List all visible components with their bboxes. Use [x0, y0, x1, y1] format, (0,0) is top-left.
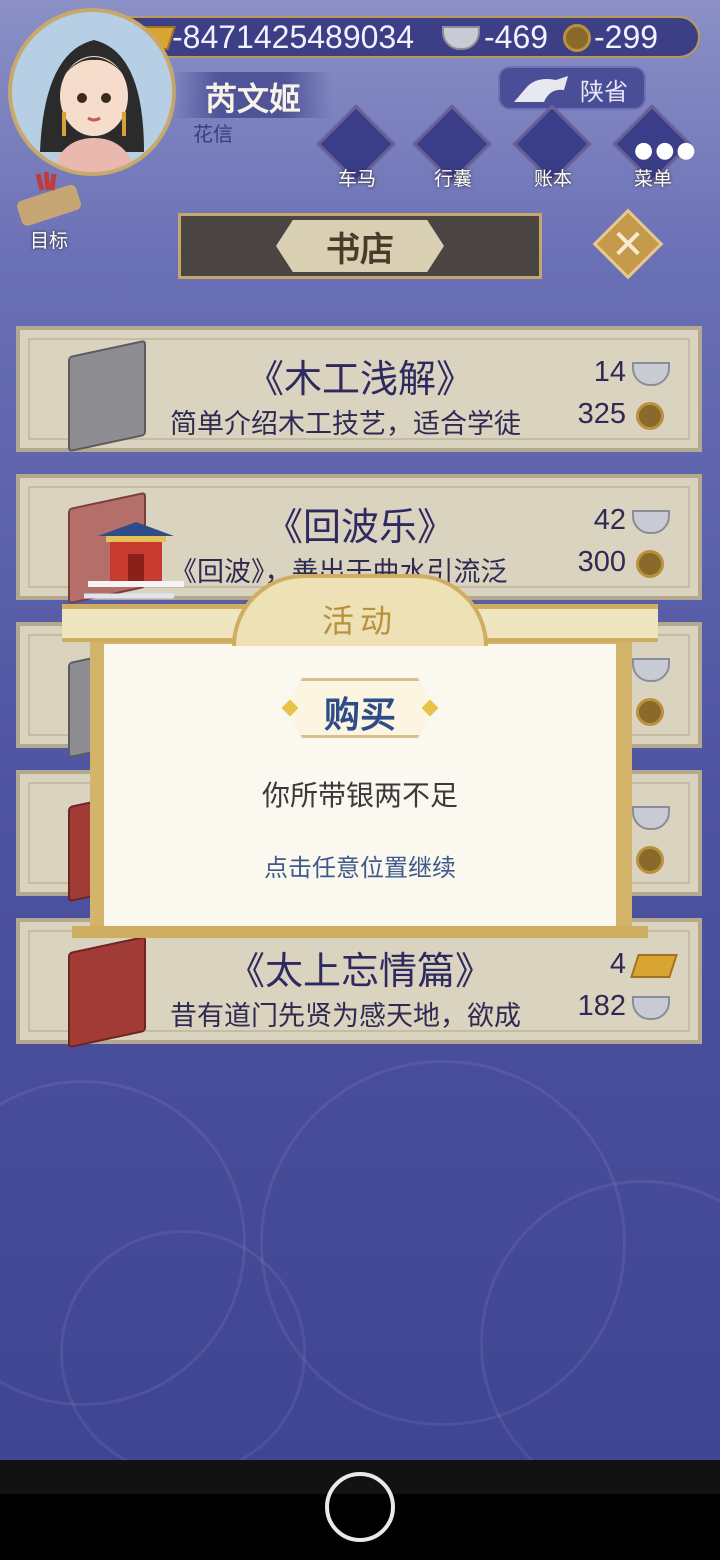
copper-coin-icon [636, 698, 664, 726]
modal-bottom-beam [72, 926, 648, 938]
buy-title: 购买 [323, 695, 396, 736]
province-label: 陕省 [580, 78, 628, 106]
book-price-silver: 14 [593, 356, 626, 388]
book-price-gold: 4 [609, 948, 626, 980]
modal-header: 活动 [321, 602, 398, 640]
silver-amount: -469 [484, 19, 549, 55]
nav-label: 车马 [337, 168, 376, 190]
book-title: 《太上忘情篇》 [226, 949, 493, 993]
continue-hint[interactable]: 点击任意位置继续 [104, 848, 616, 883]
book-price-silver: 42 [593, 504, 626, 536]
modal-message: 你所带银两不足 [261, 779, 458, 812]
map-icon [514, 76, 568, 102]
copper-coin-icon [563, 24, 591, 52]
shop-title: 书店 [326, 230, 394, 270]
nav-bag-button[interactable]: 行囊 [412, 104, 494, 190]
nav-label: 账本 [533, 168, 572, 190]
home-icon[interactable] [325, 1472, 395, 1542]
portrait-icon [40, 40, 144, 172]
book-price-coin: 300 [577, 546, 626, 578]
book-description: 简单介绍木工技艺，适合学徒 [170, 409, 521, 440]
nav-label: 行囊 [433, 168, 472, 190]
player-name: 芮文姬 [205, 80, 302, 118]
book-cover-icon [68, 339, 146, 453]
book-price-silver: 182 [577, 990, 626, 1022]
nav-carriage-button[interactable]: 车马 [316, 104, 398, 190]
book-price-coin: 325 [577, 398, 626, 430]
copper-coin-icon [636, 846, 664, 874]
book-cover-icon [68, 935, 146, 1049]
book-row[interactable]: 《木工浅解》 简单介绍木工技艺，适合学徒 14 325 [16, 326, 702, 453]
gold-amount: -8471425489034 [172, 19, 415, 55]
scroll-icon [17, 171, 81, 226]
coin-amount: -299 [594, 19, 659, 55]
book-description: 昔有道门先贤为感天地，欲成 [170, 1001, 521, 1032]
background-swirl [60, 1230, 306, 1460]
gold-ingot-icon [630, 954, 678, 978]
copper-coin-icon [636, 550, 664, 578]
nav-ledger-button[interactable]: 账本 [512, 104, 594, 190]
book-title: 《回波乐》 [264, 505, 455, 549]
nav-menu-button[interactable]: ●●● 菜单 [612, 104, 696, 190]
player-avatar[interactable] [8, 8, 176, 176]
player-title: 花信 [193, 122, 233, 146]
pavilion-icon [84, 510, 188, 606]
close-icon: ✕ [611, 222, 645, 268]
goal-label: 目标 [30, 230, 69, 252]
game-screen: -8471425489034 -469 -299 芮文姬 花信 陕省 车马 行囊 [0, 0, 720, 1460]
nav-label: 菜单 [633, 168, 672, 190]
copper-coin-icon [636, 402, 664, 430]
book-title: 《木工浅解》 [245, 357, 474, 401]
dots-glyph: ●●● [634, 138, 698, 163]
